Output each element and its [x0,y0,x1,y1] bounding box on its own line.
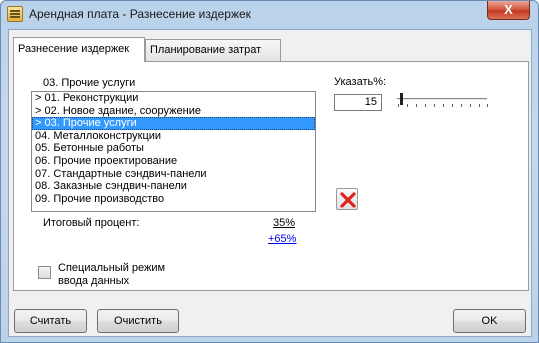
special-mode-label-line1[interactable]: Специальный режим [58,262,165,274]
slider-thumb[interactable] [400,93,404,105]
special-mode-checkbox[interactable] [38,266,51,279]
app-icon [7,6,23,22]
list-item[interactable]: 08. Заказные сэндвич-панели [32,180,315,193]
slider-tick [407,104,408,107]
slider-tick [434,104,435,107]
delete-button[interactable] [336,188,358,210]
window-title: Арендная плата - Разнесение издержек [29,7,251,21]
dialog-body: Разнесение издержек Планирование затрат … [8,29,532,337]
slider-track [397,98,487,101]
special-mode-label-line2[interactable]: ввода данных [58,275,129,287]
list-item[interactable]: 04. Металлоконструкции [32,130,315,143]
list-item[interactable]: 05. Бетонные работы [32,142,315,155]
slider-tick [461,104,462,107]
slider-tick [470,104,471,107]
list-item[interactable]: 07. Стандартные сэндвич-панели [32,168,315,181]
percent-input[interactable]: 15 [334,94,382,111]
list-item[interactable]: 06. Прочие проектирование [32,155,315,168]
slider-tick [416,104,417,107]
percent-label: Указать%: [334,76,387,88]
clear-button[interactable]: Очистить [97,309,179,333]
percent-slider[interactable] [395,92,489,110]
close-button[interactable]: X [487,1,530,20]
remaining-percent-link[interactable]: +65% [268,233,296,245]
category-header: 03. Прочие услуги [43,77,136,89]
red-x-icon [340,192,356,208]
slider-tick [425,104,426,107]
slider-tick [398,104,399,107]
total-percent-label: Итоговый процент: [43,217,140,229]
list-item[interactable]: 09. Прочие производство [32,193,315,206]
ok-button[interactable]: OK [453,309,526,333]
application-window: Арендная плата - Разнесение издержек X Р… [0,0,539,343]
category-listbox[interactable]: > 01. Реконструкции > 02. Новое здание, … [31,91,316,212]
title-bar[interactable]: Арендная плата - Разнесение издержек X [1,1,538,27]
list-item[interactable]: > 02. Новое здание, сооружение [32,105,315,118]
slider-tick [487,104,488,107]
calculate-button[interactable]: Считать [14,309,87,333]
total-percent-value: 35% [273,217,296,229]
slider-tick [479,104,480,107]
slider-tick [452,104,453,107]
list-item[interactable]: > 01. Реконструкции [32,92,315,105]
list-item-selected[interactable]: > 03. Прочие услуги [32,117,315,130]
slider-tick [443,104,444,107]
